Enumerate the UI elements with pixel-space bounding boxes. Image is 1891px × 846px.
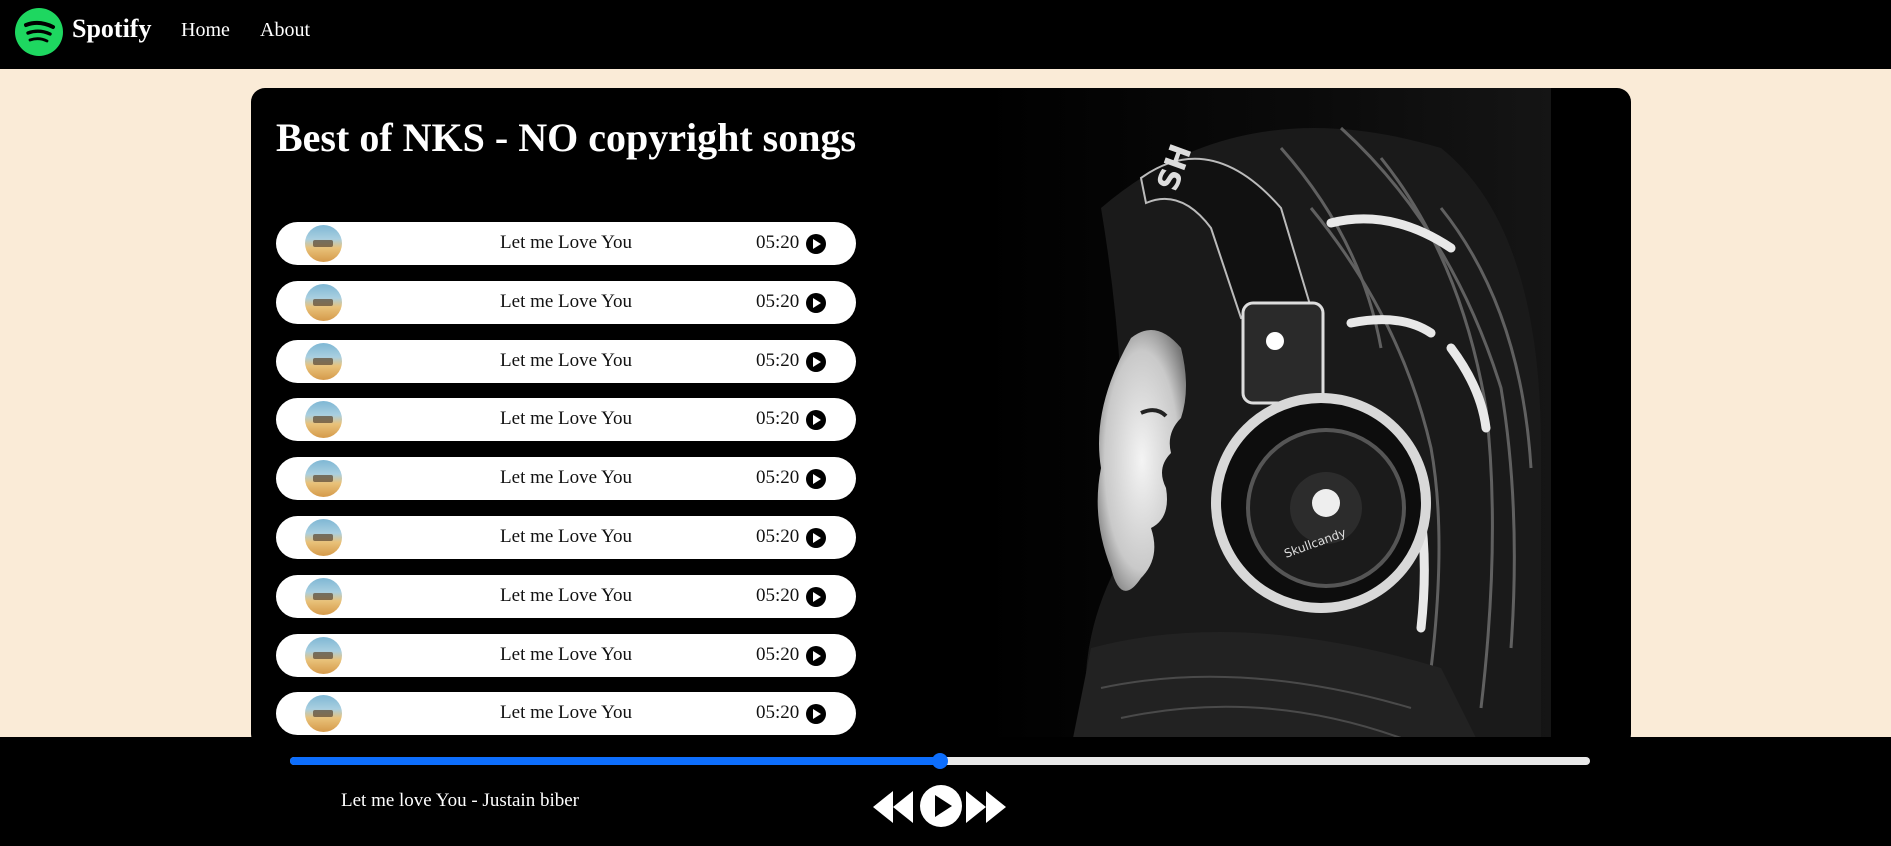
- song-item[interactable]: Let me Love You 05:20: [276, 222, 856, 265]
- playback-controls: [873, 785, 1008, 829]
- song-thumbnail: [305, 577, 342, 615]
- play-circle-icon[interactable]: [806, 410, 826, 431]
- song-thumbnail: [305, 342, 342, 380]
- next-icon[interactable]: [966, 791, 1008, 823]
- song-item[interactable]: Let me Love You 05:20: [276, 692, 856, 736]
- navbar: Spotify Home About: [0, 0, 1891, 69]
- progress-thumb[interactable]: [932, 753, 948, 769]
- play-icon[interactable]: [920, 785, 962, 827]
- progress-bar[interactable]: [290, 753, 1590, 769]
- song-item[interactable]: Let me Love You 05:20: [276, 280, 856, 324]
- hero-image: SH Skullcandy: [981, 88, 1551, 748]
- song-thumbnail: [305, 283, 342, 321]
- spotify-logo-icon[interactable]: [15, 8, 63, 56]
- song-duration: 05:20: [756, 290, 800, 312]
- song-item[interactable]: Let me Love You 05:20: [276, 633, 856, 677]
- song-thumbnail: [305, 401, 342, 439]
- song-duration: 05:20: [756, 232, 800, 253]
- play-circle-icon[interactable]: [806, 645, 826, 666]
- nav-home-link[interactable]: Home: [181, 19, 230, 42]
- song-thumbnail: [305, 518, 342, 556]
- song-thumbnail: [305, 636, 342, 674]
- song-thumbnail: [305, 225, 342, 262]
- song-duration: 05:20: [756, 584, 800, 606]
- song-duration: 05:20: [756, 525, 800, 547]
- play-circle-icon[interactable]: [806, 292, 826, 313]
- play-circle-icon[interactable]: [806, 586, 826, 607]
- song-thumbnail: [305, 695, 342, 733]
- song-duration: 05:20: [756, 349, 800, 371]
- page-title: Best of NKS - NO copyright songs: [276, 115, 857, 160]
- play-circle-icon[interactable]: [806, 469, 826, 490]
- song-duration: 05:20: [756, 467, 800, 489]
- song-item[interactable]: Let me Love You 05:20: [276, 457, 856, 501]
- now-playing-text: Let me love You - Justain biber: [341, 790, 580, 811]
- song-item[interactable]: Let me Love You 05:20: [276, 574, 856, 618]
- nav-about-link[interactable]: About: [260, 19, 310, 42]
- play-circle-icon[interactable]: [806, 527, 826, 548]
- song-thumbnail: [305, 460, 342, 498]
- play-circle-icon[interactable]: [806, 234, 826, 254]
- play-circle-icon[interactable]: [806, 351, 826, 372]
- previous-icon[interactable]: [873, 791, 915, 823]
- song-item[interactable]: Let me Love You 05:20: [276, 339, 856, 383]
- song-list: Let me Love You 05:20 Let me Love You 05:20…: [276, 222, 856, 748]
- song-duration: 05:20: [756, 408, 800, 430]
- song-item[interactable]: Let me Love You 05:20: [276, 398, 856, 442]
- play-circle-icon[interactable]: [806, 704, 826, 725]
- song-duration: 05:20: [756, 702, 800, 724]
- song-item[interactable]: Let me Love You 05:20: [276, 515, 856, 559]
- progress-fill: [290, 757, 940, 765]
- songs-container: Best of NKS - NO copyright songs Let me …: [251, 88, 1631, 748]
- brand-name[interactable]: Spotify: [72, 14, 151, 44]
- player-bar: Let me love You - Justain biber: [0, 737, 1891, 846]
- song-duration: 05:20: [756, 643, 800, 665]
